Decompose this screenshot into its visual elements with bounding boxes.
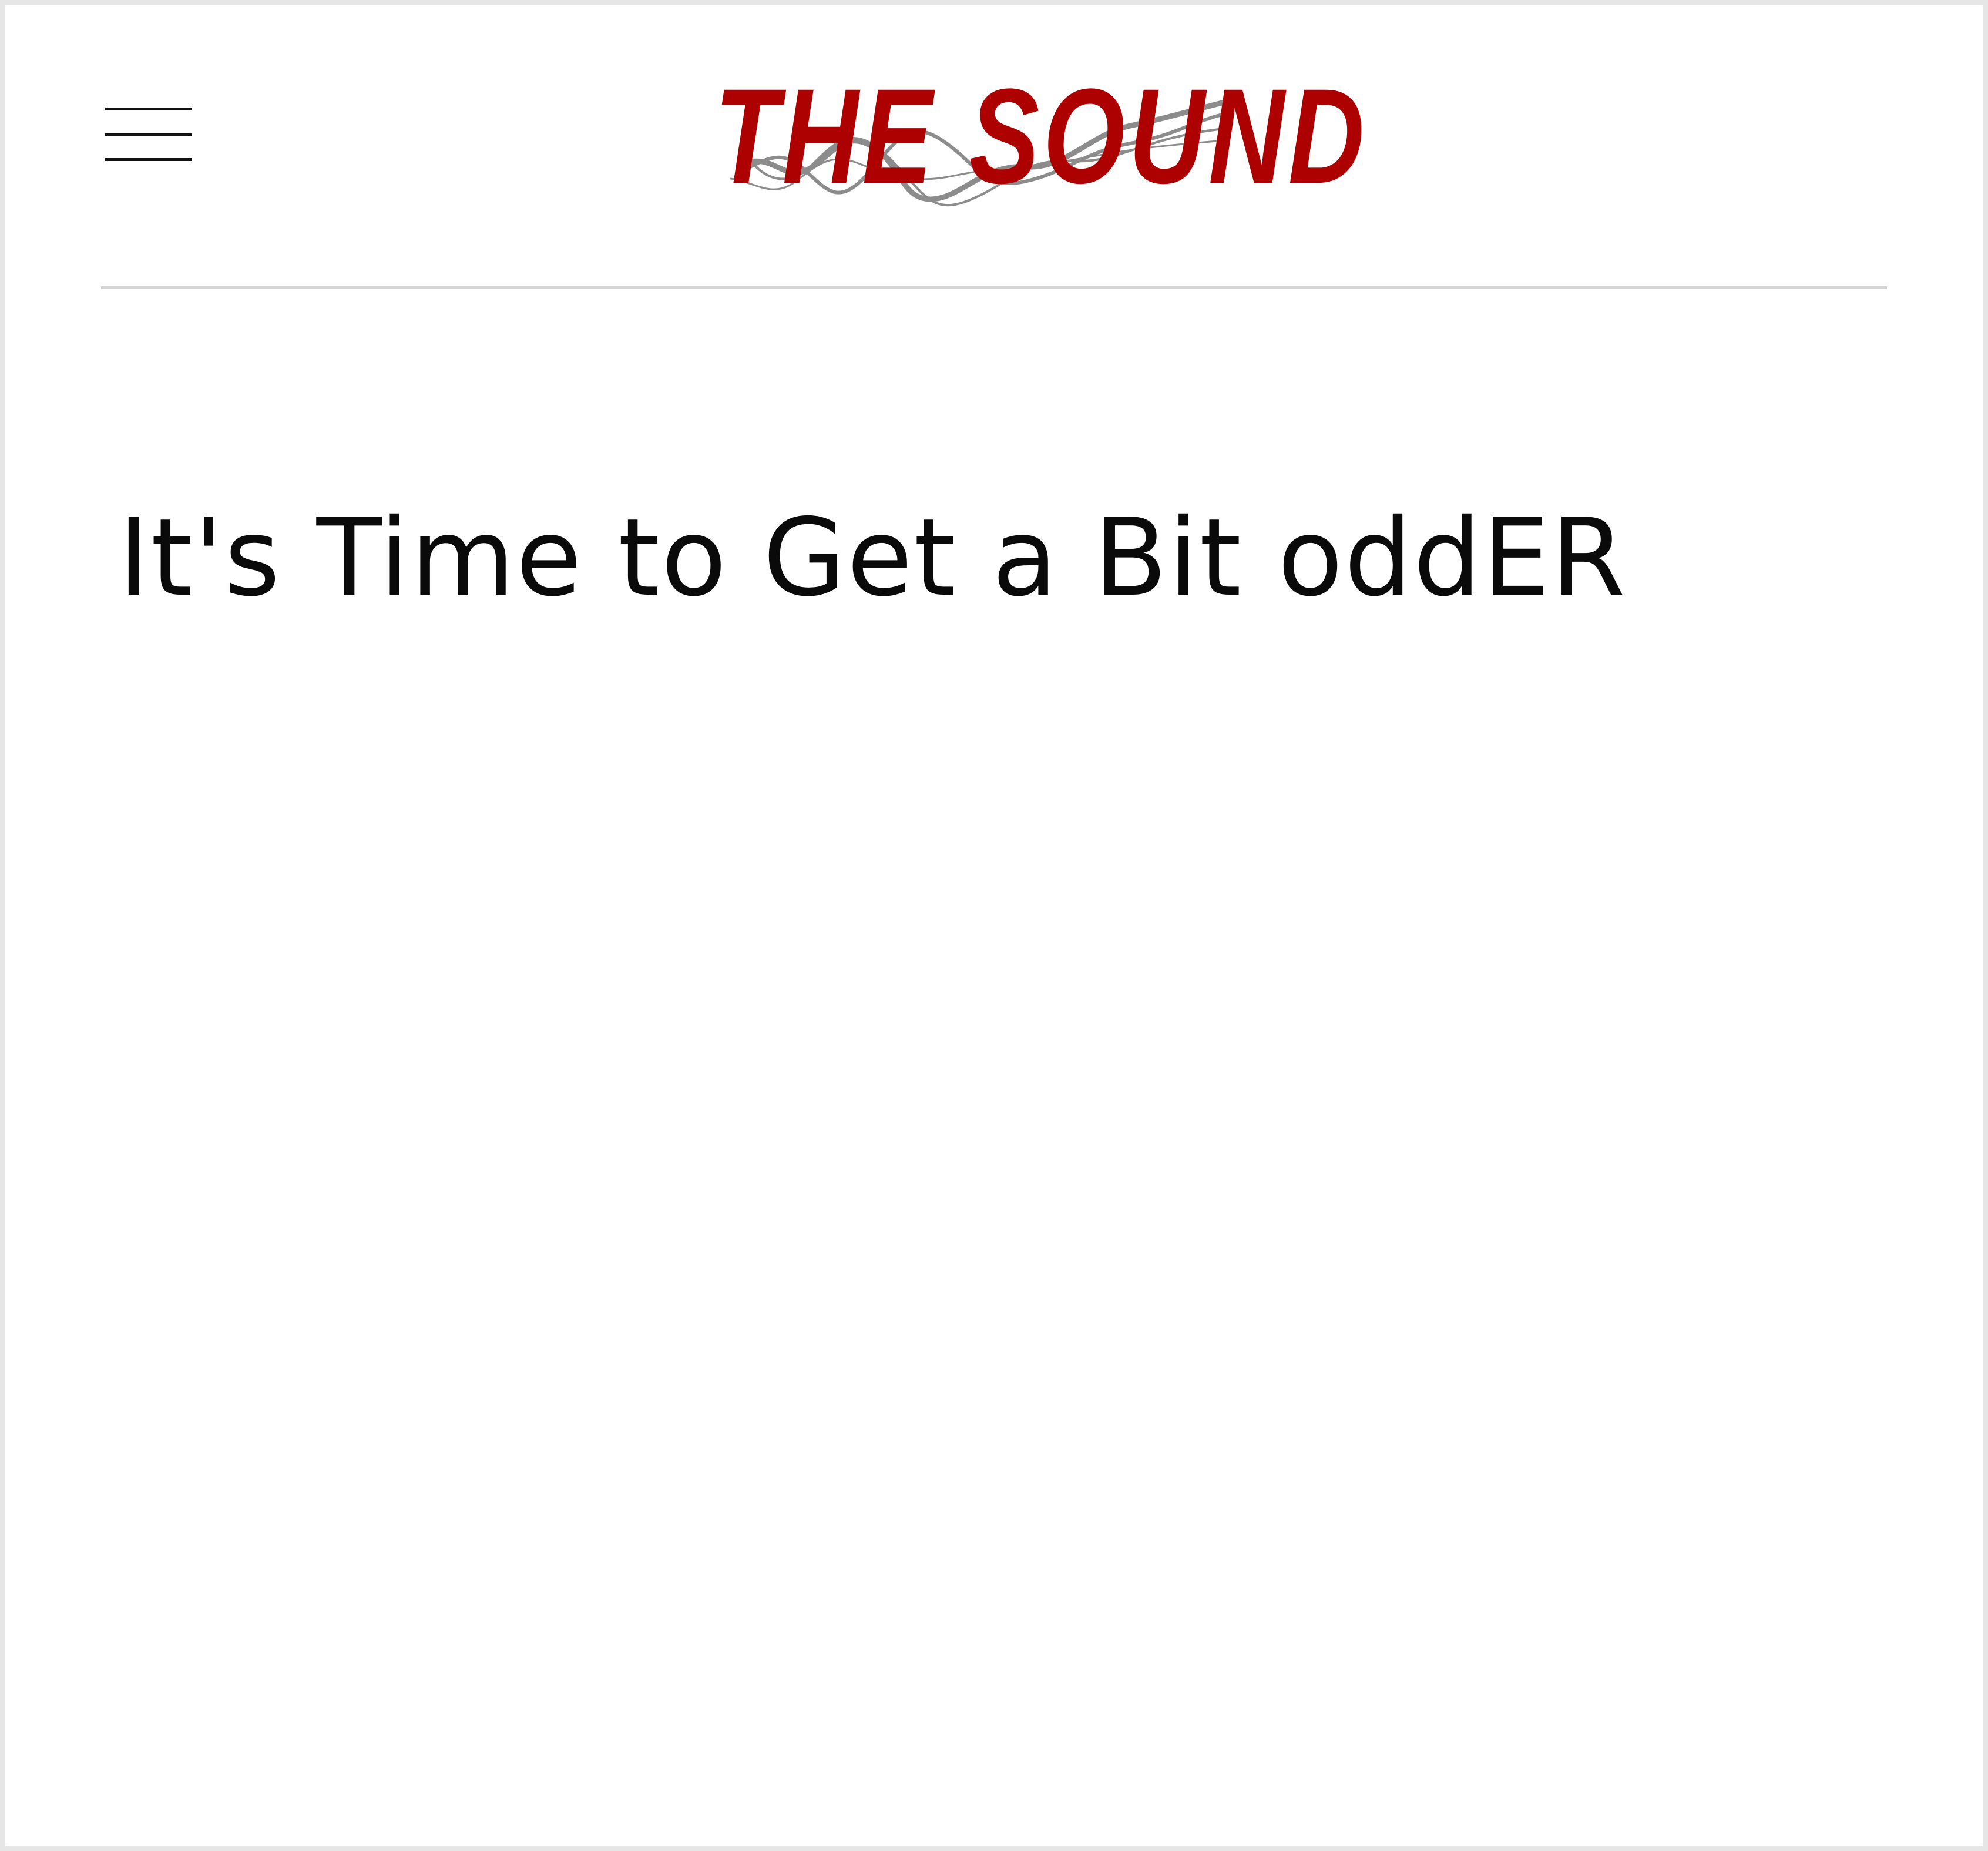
article-title: It's Time to Get a Bit oddER <box>118 495 1627 620</box>
hamburger-menu-button[interactable] <box>99 99 199 170</box>
site-header: THE SOUND <box>5 5 1983 293</box>
header-divider <box>101 286 1887 289</box>
page: THE SOUND It's Time to Get a Bit oddER <box>5 5 1983 1846</box>
site-logo[interactable]: THE SOUND <box>707 64 1364 226</box>
menu-bar-top <box>105 108 192 110</box>
menu-bar-middle <box>105 133 192 136</box>
logo-wordmark: THE SOUND <box>714 61 1368 212</box>
menu-bar-bottom <box>105 158 192 161</box>
